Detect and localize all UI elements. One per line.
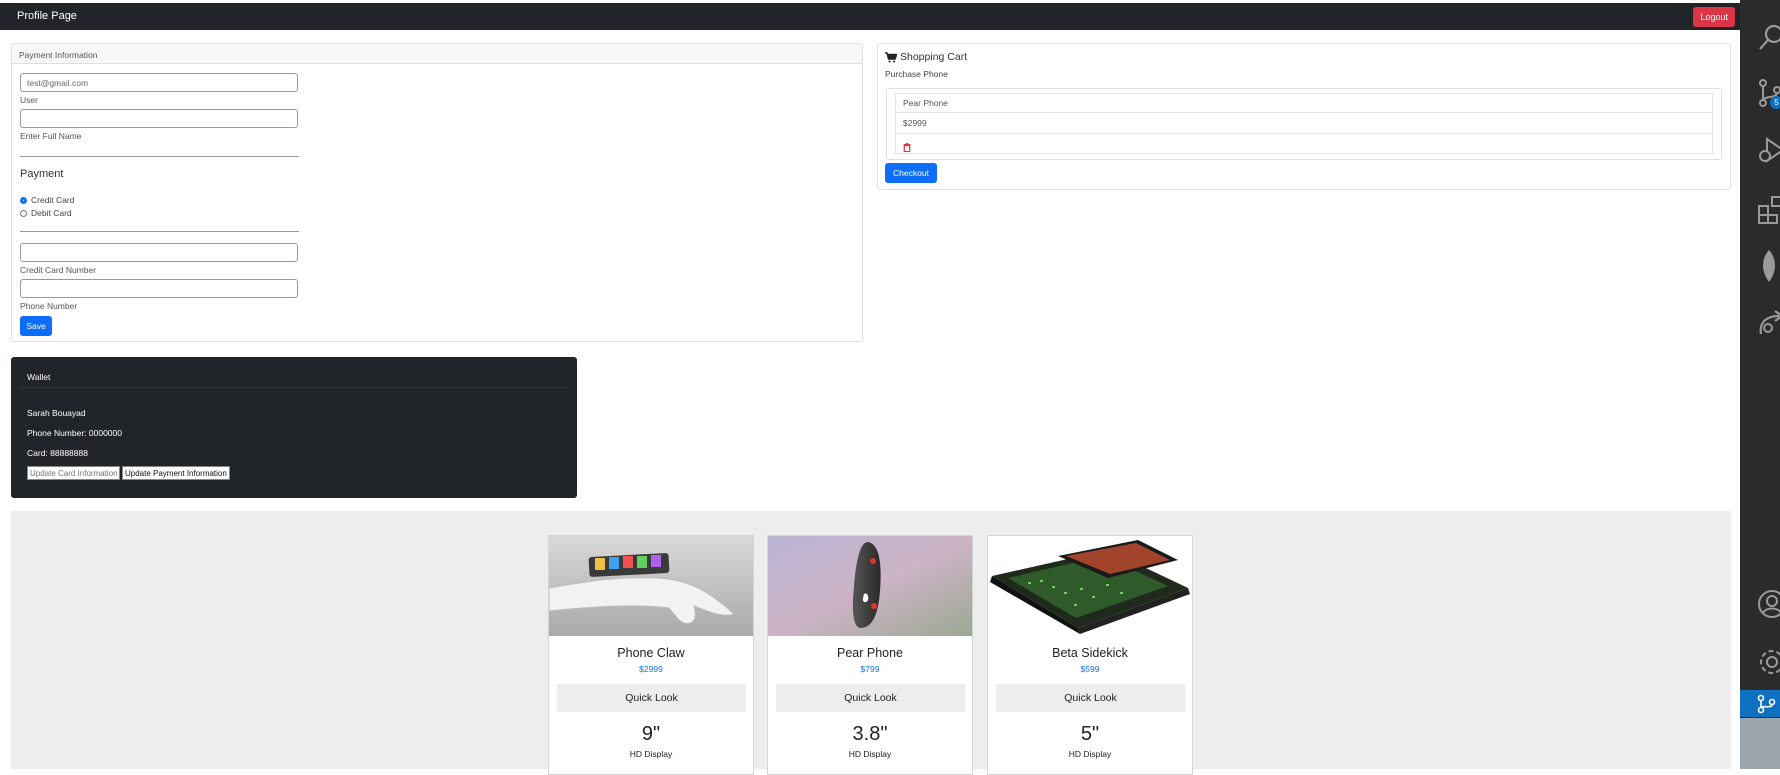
full-name-label: Enter Full Name [20, 131, 82, 141]
cart-item-list: Pear Phone $2999 [886, 88, 1722, 160]
cart-item-price: $2999 [903, 118, 927, 128]
shopping-cart-title-text: Shopping Cart [900, 51, 968, 63]
product-price: $2999 [639, 664, 663, 674]
wallet-header: Wallet [27, 372, 51, 382]
quick-look-button[interactable]: Quick Look [996, 684, 1185, 712]
logout-button[interactable]: Logout [1693, 7, 1735, 27]
product-image-phone-claw [549, 536, 753, 636]
extensions-icon[interactable] [1757, 194, 1780, 224]
top-navbar: Profile Page Logout [0, 3, 1740, 30]
purchase-phone-subtitle: Purchase Phone [885, 69, 948, 79]
product-price: $799 [860, 664, 880, 674]
debit-card-radio[interactable]: Debit Card [20, 208, 72, 218]
quick-look-button[interactable]: Quick Look [557, 684, 746, 712]
credit-card-radio[interactable]: Credit Card [20, 195, 74, 205]
editor-activity-bar: 5 [1740, 0, 1780, 769]
status-bar-corner [1740, 718, 1780, 769]
quick-look-button[interactable]: Quick Look [776, 684, 965, 712]
cart-item-remove-row [895, 134, 1713, 154]
trash-icon[interactable] [903, 143, 911, 153]
source-control-badge: 5 [1770, 96, 1780, 109]
display-size: 5" [1080, 723, 1100, 745]
payment-information-card: Payment Information User Enter Full Name… [11, 43, 863, 342]
product-price: $599 [1080, 664, 1100, 674]
payment-heading: Payment [20, 168, 64, 180]
user-label: User [20, 95, 38, 105]
cart-icon [885, 51, 897, 62]
page-title: Profile Page [17, 10, 77, 22]
debit-card-label: Debit Card [31, 208, 72, 218]
credit-card-number-field[interactable] [20, 243, 298, 262]
save-button[interactable]: Save [20, 316, 52, 336]
mongodb-leaf-icon[interactable] [1757, 249, 1780, 283]
checkout-button[interactable]: Checkout [885, 163, 937, 183]
display-label: HD Display [629, 749, 673, 759]
cart-item-price-row: $2999 [895, 113, 1713, 134]
remote-explorer-icon[interactable] [1757, 308, 1780, 338]
product-image-beta-sidekick [988, 536, 1192, 636]
remote-status-indicator[interactable] [1740, 690, 1780, 717]
product-image-pear-phone [768, 536, 972, 636]
update-payment-button[interactable]: Update Payment Information [122, 466, 230, 480]
wallet-panel: Wallet Sarah Bouayad Phone Number: 00000… [11, 357, 577, 498]
product-card-phone-claw: Phone Claw $2999 Quick Look 9" HD Displa… [548, 535, 754, 775]
wallet-card: Card: 88888888 [27, 448, 88, 458]
product-name: Phone Claw [617, 646, 685, 660]
wallet-name: Sarah Bouayad [27, 408, 86, 418]
divider [20, 231, 299, 232]
phone-number-field[interactable] [20, 279, 298, 298]
display-size: 9" [641, 723, 661, 745]
cart-item-name: Pear Phone [903, 98, 948, 108]
cart-item-name-row: Pear Phone [895, 93, 1713, 113]
wallet-phone: Phone Number: 0000000 [27, 428, 122, 438]
update-card-input[interactable] [27, 466, 120, 480]
wallet-divider [19, 387, 569, 388]
product-name: Beta Sidekick [1052, 646, 1128, 660]
display-label: HD Display [848, 749, 892, 759]
display-size: 3.8" [852, 723, 888, 745]
branch-icon [1757, 694, 1776, 714]
shopping-cart-title: Shopping Cart [885, 51, 967, 63]
run-debug-icon[interactable] [1757, 136, 1780, 166]
radio-unselected-icon [20, 209, 27, 217]
product-card-pear-phone: Pear Phone $799 Quick Look 3.8" HD Displ… [767, 535, 973, 775]
display-label: HD Display [1068, 749, 1112, 759]
credit-card-label: Credit Card [31, 195, 75, 205]
email-field[interactable] [20, 73, 298, 92]
shopping-cart-card: Shopping Cart Purchase Phone Pear Phone … [877, 43, 1731, 190]
gear-icon[interactable] [1757, 647, 1780, 677]
phone-number-label: Phone Number [20, 301, 78, 311]
product-name: Pear Phone [836, 646, 904, 660]
radio-selected-icon [20, 196, 27, 204]
full-name-field[interactable] [20, 109, 298, 128]
product-card-beta-sidekick: Beta Sidekick $599 Quick Look 5" HD Disp… [987, 535, 1193, 775]
account-icon[interactable] [1757, 589, 1780, 619]
payment-information-header: Payment Information [12, 44, 862, 64]
product-gallery: Phone Claw $2999 Quick Look 9" HD Displa… [11, 511, 1731, 775]
search-icon[interactable] [1757, 22, 1780, 52]
divider [20, 156, 299, 157]
credit-card-number-label: Credit Card Number [20, 265, 97, 275]
